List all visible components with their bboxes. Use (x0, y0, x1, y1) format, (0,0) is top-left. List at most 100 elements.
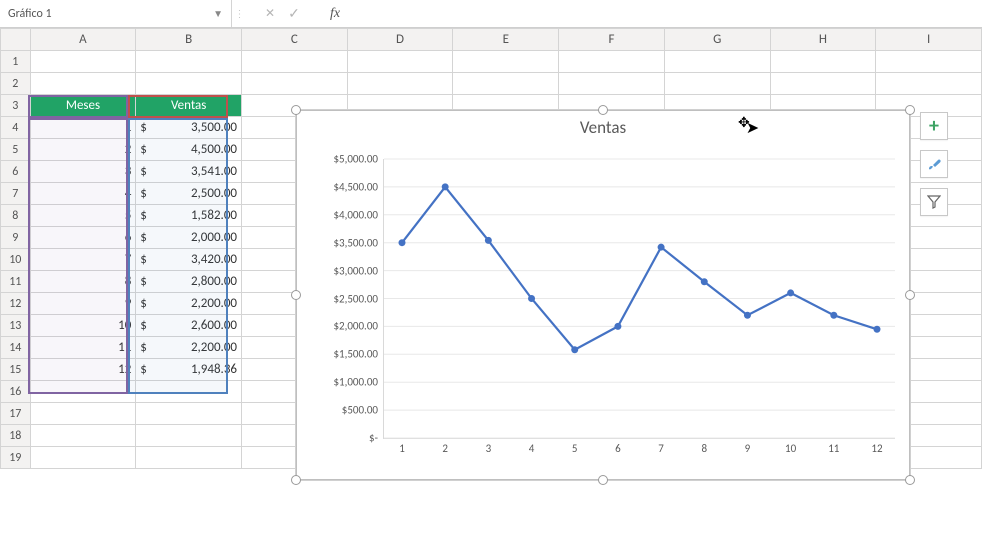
cell[interactable] (136, 73, 242, 95)
cell[interactable] (559, 73, 665, 95)
cell[interactable] (559, 51, 665, 73)
accept-icon[interactable]: ✓ (284, 5, 304, 22)
col-header[interactable]: B (136, 29, 242, 51)
cell[interactable] (876, 51, 982, 73)
cell[interactable] (876, 73, 982, 95)
col-header[interactable]: F (559, 29, 665, 51)
formula-input[interactable] (357, 0, 982, 27)
cell[interactable]: Meses (30, 95, 136, 117)
cell[interactable]: 6 (30, 227, 136, 249)
chart-styles-button[interactable] (920, 150, 948, 178)
row-header[interactable]: 4 (1, 117, 31, 139)
cell[interactable]: 3 (30, 161, 136, 183)
cell[interactable] (30, 447, 136, 469)
row-header[interactable]: 18 (1, 425, 31, 447)
plot-area[interactable]: $5,000.00$4,500.00$4,000.00$3,500.00$3,0… (383, 159, 895, 439)
cell[interactable]: $2,600.00 (136, 315, 242, 337)
cell[interactable] (30, 403, 136, 425)
cell[interactable] (347, 73, 453, 95)
cell[interactable]: $2,200.00 (136, 293, 242, 315)
chart-elements-button[interactable]: + (920, 112, 948, 140)
cell[interactable] (453, 73, 559, 95)
cell[interactable]: $1,948.36 (136, 359, 242, 381)
cell[interactable] (136, 425, 242, 447)
cell[interactable]: $2,500.00 (136, 183, 242, 205)
row-header[interactable]: 11 (1, 271, 31, 293)
resize-handle[interactable] (291, 290, 301, 300)
cell[interactable] (30, 51, 136, 73)
resize-handle[interactable] (905, 105, 915, 115)
chart-filter-button[interactable] (920, 188, 948, 216)
row-header[interactable]: 2 (1, 73, 31, 95)
cell[interactable] (136, 51, 242, 73)
col-header[interactable]: A (30, 29, 136, 51)
cell[interactable]: 9 (30, 293, 136, 315)
cell[interactable] (242, 73, 348, 95)
cell[interactable]: $2,800.00 (136, 271, 242, 293)
resize-handle[interactable] (905, 290, 915, 300)
cell[interactable]: $4,500.00 (136, 139, 242, 161)
name-box-dropdown-icon[interactable]: ▼ (207, 7, 223, 20)
cell[interactable] (30, 381, 136, 403)
resize-handle[interactable] (905, 475, 915, 485)
row-header[interactable]: 1 (1, 51, 31, 73)
resize-handle[interactable] (291, 475, 301, 485)
col-header[interactable]: D (347, 29, 453, 51)
row-header[interactable]: 14 (1, 337, 31, 359)
cell[interactable]: Ventas (136, 95, 242, 117)
cell[interactable]: $3,541.00 (136, 161, 242, 183)
row-header[interactable]: 8 (1, 205, 31, 227)
select-all-corner[interactable] (1, 29, 31, 51)
cell[interactable]: 1 (30, 117, 136, 139)
col-header[interactable]: I (876, 29, 982, 51)
row-header[interactable]: 17 (1, 403, 31, 425)
fx-icon[interactable]: fx (325, 6, 345, 22)
cancel-icon[interactable]: ✕ (260, 6, 280, 21)
cell[interactable]: 12 (30, 359, 136, 381)
cell[interactable]: 11 (30, 337, 136, 359)
col-header[interactable]: C (242, 29, 348, 51)
cell[interactable] (770, 73, 876, 95)
cell[interactable] (136, 381, 242, 403)
cell[interactable] (453, 51, 559, 73)
cell[interactable] (136, 447, 242, 469)
cell[interactable]: 4 (30, 183, 136, 205)
cell[interactable]: 8 (30, 271, 136, 293)
cell[interactable]: 7 (30, 249, 136, 271)
cell[interactable] (770, 51, 876, 73)
row-header[interactable]: 6 (1, 161, 31, 183)
col-header[interactable]: G (664, 29, 770, 51)
cell[interactable] (664, 51, 770, 73)
cell[interactable] (242, 51, 348, 73)
cell[interactable]: $2,000.00 (136, 227, 242, 249)
resize-handle[interactable] (598, 105, 608, 115)
row-header[interactable]: 13 (1, 315, 31, 337)
row-header[interactable]: 5 (1, 139, 31, 161)
row-header[interactable]: 7 (1, 183, 31, 205)
row-header[interactable]: 12 (1, 293, 31, 315)
row-header[interactable]: 10 (1, 249, 31, 271)
cell[interactable]: 5 (30, 205, 136, 227)
cell[interactable] (136, 403, 242, 425)
cell[interactable] (30, 73, 136, 95)
cell[interactable]: $1,582.00 (136, 205, 242, 227)
row-header[interactable]: 9 (1, 227, 31, 249)
cell[interactable] (347, 51, 453, 73)
cell[interactable]: 2 (30, 139, 136, 161)
cell[interactable]: 10 (30, 315, 136, 337)
resize-handle[interactable] (291, 105, 301, 115)
name-box[interactable]: Gráfico 1 ▼ (0, 0, 232, 27)
row-header[interactable]: 15 (1, 359, 31, 381)
row-header[interactable]: 19 (1, 447, 31, 469)
row-header[interactable]: 16 (1, 381, 31, 403)
cell[interactable] (30, 425, 136, 447)
chart-object[interactable]: Ventas $5,000.00$4,500.00$4,000.00$3,500… (296, 110, 910, 480)
col-header[interactable]: E (453, 29, 559, 51)
cell[interactable]: $2,200.00 (136, 337, 242, 359)
cell[interactable]: $3,420.00 (136, 249, 242, 271)
col-header[interactable]: H (770, 29, 876, 51)
chart-title[interactable]: Ventas (297, 111, 909, 140)
cell[interactable]: $3,500.00 (136, 117, 242, 139)
resize-handle[interactable] (598, 475, 608, 485)
row-header[interactable]: 3 (1, 95, 31, 117)
